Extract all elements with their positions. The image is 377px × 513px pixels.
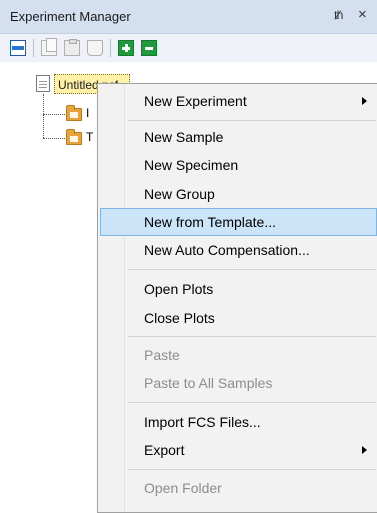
clipboard-icon[interactable]: [87, 40, 103, 56]
menu-item-label: New Group: [144, 186, 215, 202]
toolbar: [0, 34, 377, 62]
menu-item-label: Paste to All Samples: [144, 375, 273, 391]
menu-separator: [128, 469, 376, 470]
menu-item-label: Close Plots: [144, 310, 215, 326]
menu-item-new-auto-compensation[interactable]: New Auto Compensation...: [100, 236, 377, 264]
copy-icon[interactable]: [41, 38, 57, 56]
menu-separator: [128, 120, 376, 121]
menu-item-label: New Sample: [144, 129, 224, 145]
close-icon[interactable]: ×: [358, 6, 367, 23]
document-icon: [36, 75, 50, 92]
menu-item-label: Paste: [144, 347, 180, 363]
menu-item-label: New from Template...: [144, 214, 277, 230]
menu-separator: [128, 336, 376, 337]
menu-separator: [128, 269, 376, 270]
paste-icon[interactable]: [64, 39, 80, 56]
context-menu: New Experiment New Sample New Specimen N…: [97, 83, 377, 513]
menu-item-label: Open Folder: [144, 480, 222, 496]
menu-separator: [128, 402, 376, 403]
tree-connector: [43, 94, 44, 138]
menu-item-paste-to-all-samples[interactable]: Paste to All Samples: [100, 369, 377, 397]
panel-title: Experiment Manager: [10, 9, 131, 24]
menu-item-paste[interactable]: Paste: [100, 341, 377, 369]
remove-icon[interactable]: [141, 40, 157, 56]
panel-title-bar: Experiment Manager ᵺ ×: [0, 0, 377, 34]
menu-item-label: New Experiment: [144, 93, 247, 109]
menu-item-label: New Specimen: [144, 157, 239, 173]
menu-item-new-experiment[interactable]: New Experiment: [100, 87, 377, 115]
menu-item-new-from-template[interactable]: New from Template...: [100, 208, 377, 236]
submenu-arrow-icon: [362, 97, 367, 105]
toolbar-separator: [110, 39, 111, 57]
menu-item-new-group[interactable]: New Group: [100, 180, 377, 208]
menu-item-label: Export: [144, 442, 185, 458]
menu-item-import-fcs-files[interactable]: Import FCS Files...: [100, 408, 377, 436]
menu-item-label: New Auto Compensation...: [144, 242, 310, 258]
collapse-bar-icon[interactable]: [10, 40, 26, 56]
menu-item-export[interactable]: Export: [100, 436, 377, 464]
tree-child-label[interactable]: T: [86, 130, 93, 144]
menu-item-open-folder[interactable]: Open Folder: [100, 474, 377, 502]
menu-item-open-plots[interactable]: Open Plots: [100, 275, 377, 303]
menu-item-label: Open Plots: [144, 281, 214, 297]
submenu-arrow-icon: [362, 446, 367, 454]
menu-item-label: Import FCS Files...: [144, 414, 261, 430]
folder-icon[interactable]: [66, 105, 82, 121]
menu-item-new-specimen[interactable]: New Specimen: [100, 151, 377, 179]
pin-icon[interactable]: ᵺ: [334, 8, 343, 22]
folder-icon[interactable]: [66, 129, 82, 145]
tree-child-label[interactable]: I: [86, 106, 89, 120]
tree-connector: [43, 138, 65, 139]
toolbar-separator: [33, 39, 34, 57]
menu-item-close-plots[interactable]: Close Plots: [100, 304, 377, 332]
add-icon[interactable]: [118, 40, 134, 56]
menu-item-new-sample[interactable]: New Sample: [100, 123, 377, 151]
tree-connector: [43, 114, 65, 115]
